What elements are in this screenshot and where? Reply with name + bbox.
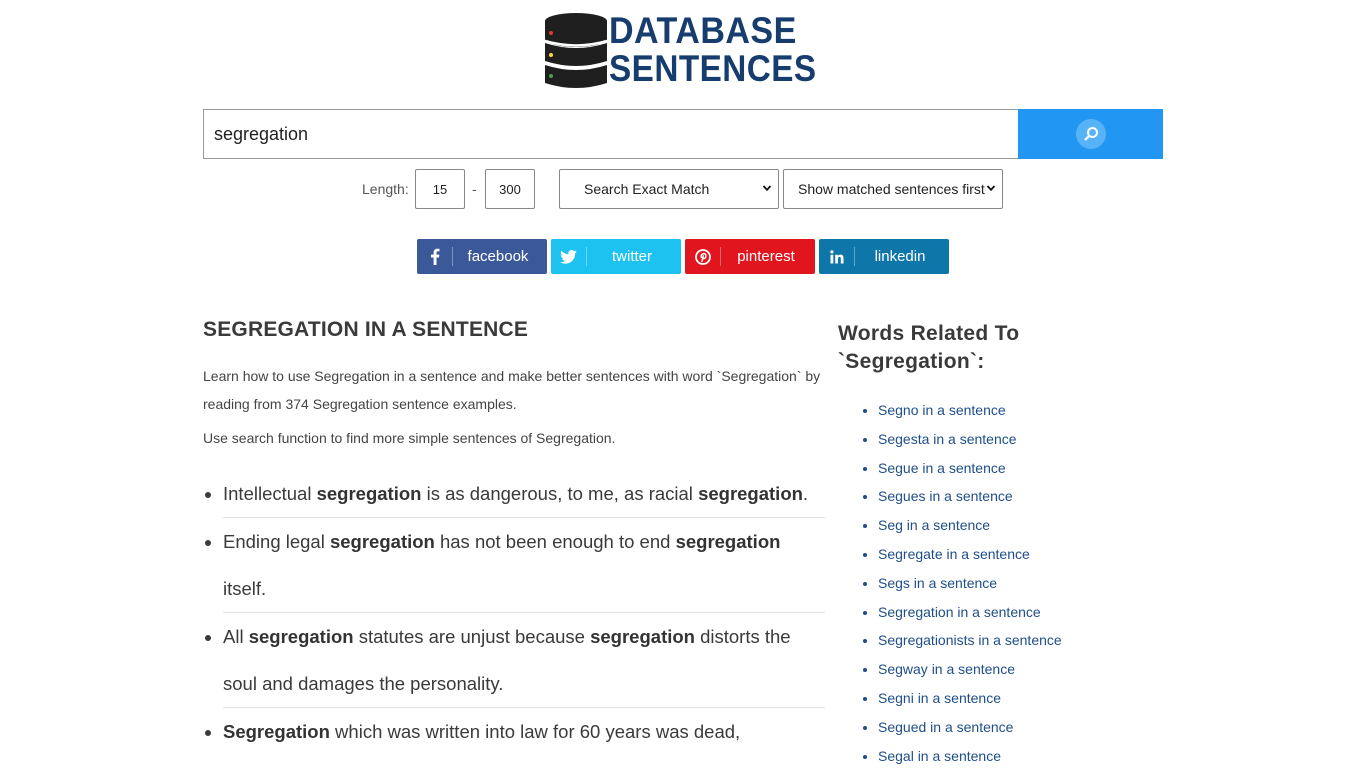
related-word-item: Segs in a sentence bbox=[878, 569, 1118, 598]
pinterest-icon bbox=[685, 247, 721, 266]
intro-text: Learn how to use Segregation in a senten… bbox=[203, 368, 821, 412]
match-mode-select[interactable]: Search Exact Match bbox=[559, 169, 779, 209]
sentence-text: is as dangerous, to me, as racial bbox=[421, 483, 699, 504]
site-logo[interactable]: DATABASE SENTENCES bbox=[544, 12, 824, 92]
highlighted-keyword: segregation bbox=[329, 531, 435, 552]
database-icon bbox=[544, 13, 608, 88]
sentence-text: itself. bbox=[223, 578, 267, 599]
sentence-text: which was written into law for 60 years … bbox=[329, 721, 741, 742]
sidebar-title: Words Related To `Segregation`: bbox=[838, 322, 1020, 373]
related-word-item: Segregate in a sentence bbox=[878, 540, 1118, 569]
related-word-item: Segued in a sentence bbox=[878, 713, 1118, 742]
related-word-item: Segal in a sentence bbox=[878, 742, 1118, 770]
related-word-link[interactable]: Segregationists in a sentence bbox=[878, 632, 1062, 648]
related-word-item: Segway in a sentence bbox=[878, 655, 1118, 684]
related-word-item: Segue in a sentence bbox=[878, 454, 1118, 483]
chevron-down-icon bbox=[762, 185, 772, 192]
match-mode-value: Search Exact Match bbox=[584, 181, 710, 197]
min-length-input[interactable] bbox=[415, 169, 465, 209]
chevron-down-icon bbox=[986, 185, 996, 192]
twitter-icon bbox=[551, 247, 587, 266]
search-bar bbox=[203, 109, 1163, 159]
related-word-item: Segues in a sentence bbox=[878, 482, 1118, 511]
sort-mode-select[interactable]: Show matched sentences first bbox=[783, 169, 1003, 209]
highlighted-keyword: segregation bbox=[316, 483, 422, 504]
sentence-text: has not been enough to end bbox=[434, 531, 676, 552]
logo-line-2: SENTENCES bbox=[609, 48, 817, 89]
related-word-link[interactable]: Segregate in a sentence bbox=[878, 546, 1030, 562]
related-word-link[interactable]: Segal in a sentence bbox=[878, 748, 1001, 764]
share-facebook-label: facebook bbox=[467, 248, 529, 265]
share-twitter-label: twitter bbox=[611, 248, 652, 265]
related-word-link[interactable]: Segno in a sentence bbox=[878, 402, 1006, 418]
sentence-item: All segregation statutes are unjust beca… bbox=[223, 613, 825, 708]
related-word-link[interactable]: Segni in a sentence bbox=[878, 690, 1001, 706]
related-word-link[interactable]: Segue in a sentence bbox=[878, 460, 1006, 476]
length-label: Length: bbox=[362, 181, 409, 197]
related-word-link[interactable]: Segesta in a sentence bbox=[878, 431, 1017, 447]
logo-line-1: DATABASE bbox=[609, 10, 797, 51]
sentence-item: Intellectual segregation is as dangerous… bbox=[223, 470, 825, 518]
search-button[interactable] bbox=[1018, 109, 1163, 159]
sentence-item: Ending legal segregation has not been en… bbox=[223, 518, 825, 613]
share-twitter-button[interactable]: twitter bbox=[551, 239, 681, 274]
related-word-link[interactable]: Seg in a sentence bbox=[878, 517, 990, 533]
share-pinterest-button[interactable]: pinterest bbox=[685, 239, 815, 274]
sentence-item: Segregation which was written into law f… bbox=[223, 708, 825, 755]
share-facebook-button[interactable]: facebook bbox=[417, 239, 547, 274]
linkedin-icon bbox=[819, 247, 855, 266]
share-pinterest-label: pinterest bbox=[737, 248, 795, 265]
length-separator: - bbox=[472, 181, 477, 197]
highlighted-keyword: Segregation bbox=[223, 721, 330, 742]
sort-mode-value: Show matched sentences first bbox=[798, 181, 985, 197]
share-linkedin-label: linkedin bbox=[874, 248, 926, 265]
related-word-item: Segregationists in a sentence bbox=[878, 626, 1118, 655]
related-word-item: Segni in a sentence bbox=[878, 684, 1118, 713]
page-title: SEGREGATION IN A SENTENCE bbox=[203, 318, 529, 341]
related-word-item: Segregation in a sentence bbox=[878, 598, 1118, 627]
highlighted-keyword: segregation bbox=[248, 626, 354, 647]
intro-search-hint: Use search function to find more simple … bbox=[203, 430, 616, 446]
related-word-item: Segno in a sentence bbox=[878, 396, 1118, 425]
sentence-text: Intellectual bbox=[223, 483, 317, 504]
related-word-link[interactable]: Segues in a sentence bbox=[878, 488, 1013, 504]
main-content: SEGREGATION IN A SENTENCE Learn how to u… bbox=[203, 318, 825, 755]
related-words-sidebar: Words Related To `Segregation`: Segno in… bbox=[838, 320, 1118, 770]
search-input[interactable] bbox=[203, 109, 1019, 159]
related-word-item: Seg in a sentence bbox=[878, 511, 1118, 540]
sentence-text: Ending legal bbox=[223, 531, 330, 552]
highlighted-keyword: segregation bbox=[698, 483, 803, 504]
highlighted-keyword: segregation bbox=[590, 626, 695, 647]
share-linkedin-button[interactable]: linkedin bbox=[819, 239, 949, 274]
related-word-link[interactable]: Segregation in a sentence bbox=[878, 604, 1041, 620]
sentence-text: All bbox=[223, 626, 249, 647]
sentence-text: statutes are unjust because bbox=[353, 626, 591, 647]
sentence-list: Intellectual segregation is as dangerous… bbox=[203, 470, 825, 755]
highlighted-keyword: segregation bbox=[675, 531, 781, 552]
max-length-input[interactable] bbox=[485, 169, 535, 209]
sentence-text: . bbox=[802, 483, 809, 504]
related-word-link[interactable]: Segs in a sentence bbox=[878, 575, 997, 591]
facebook-icon bbox=[417, 247, 453, 266]
related-word-item: Segesta in a sentence bbox=[878, 425, 1118, 454]
logo-wordmark: DATABASE SENTENCES bbox=[609, 12, 840, 88]
search-filters: Length: - Search Exact Match Show matche… bbox=[0, 169, 1366, 209]
related-words-list: Segno in a sentence Segesta in a sentence… bbox=[838, 396, 1118, 770]
search-icon bbox=[1075, 119, 1106, 149]
related-word-link[interactable]: Segway in a sentence bbox=[878, 661, 1015, 677]
related-word-link[interactable]: Segued in a sentence bbox=[878, 719, 1013, 735]
